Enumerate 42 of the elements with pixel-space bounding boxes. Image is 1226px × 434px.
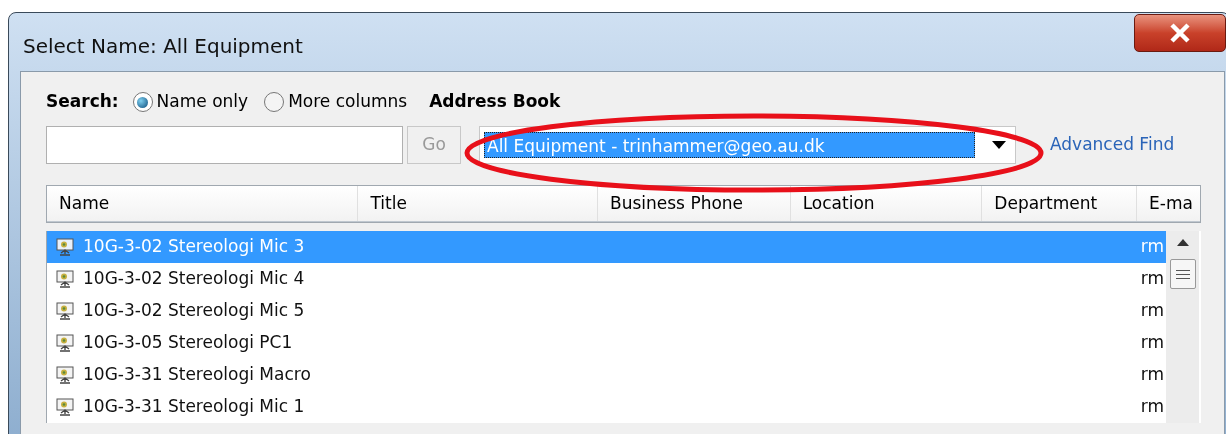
equipment-icon xyxy=(55,237,75,257)
equipment-icon xyxy=(55,269,75,289)
window-title: Select Name: All Equipment xyxy=(23,33,303,60)
scroll-thumb[interactable] xyxy=(1169,259,1196,289)
name-cell-text: 10G-3-02 Stereologi Mic 3 xyxy=(83,235,305,259)
name-cell-text: 10G-3-31 Stereologi Macro xyxy=(83,363,311,387)
equipment-row[interactable]: 10G-3-02 Stereologi Mic 5 rm xyxy=(47,295,1166,327)
column-header[interactable]: Name xyxy=(47,186,359,221)
email-cell-text: rm xyxy=(1140,235,1165,259)
name-cell-text: 10G-3-02 Stereologi Mic 5 xyxy=(83,299,305,323)
advanced-find-link[interactable]: Advanced Find xyxy=(1050,132,1175,158)
email-cell-text: rm xyxy=(1140,267,1165,291)
column-header[interactable]: Location xyxy=(790,186,983,221)
equipment-icon xyxy=(55,397,75,417)
equipment-icon xyxy=(55,301,75,321)
scroll-up-icon[interactable] xyxy=(1176,239,1189,246)
column-header[interactable]: Title xyxy=(358,186,598,221)
email-cell-text: rm xyxy=(1140,395,1165,419)
column-header[interactable]: Business Phone xyxy=(598,186,791,221)
search-mode-radio[interactable]: More columns xyxy=(264,89,408,115)
column-header[interactable]: Department xyxy=(982,186,1138,221)
equipment-row[interactable]: 10G-3-02 Stereologi Mic 4 rm xyxy=(47,263,1166,295)
name-cell-text: 10G-3-31 Stereologi Mic 1 xyxy=(83,395,305,419)
email-cell-text: rm xyxy=(1140,299,1165,323)
search-field[interactable] xyxy=(46,126,403,164)
equipment-row[interactable]: 10G-3-31 Stereologi Macro rm xyxy=(47,359,1166,391)
name-cell-text: 10G-3-02 Stereologi Mic 4 xyxy=(83,267,305,291)
equipment-icon xyxy=(55,365,75,385)
close-icon xyxy=(1168,23,1192,43)
search-label: Search: xyxy=(46,90,119,114)
equipment-row[interactable]: 10G-3-31 Stereologi Mic 1 rm xyxy=(47,391,1166,423)
address-book-label: Address Book xyxy=(429,90,561,114)
email-cell-text: rm xyxy=(1140,363,1165,387)
column-header[interactable]: E-ma xyxy=(1137,186,1200,221)
equipment-icon xyxy=(55,333,75,353)
name-cell-text: 10G-3-05 Stereologi PC1 xyxy=(83,331,293,355)
equipment-row[interactable]: 10G-3-05 Stereologi PC1 rm xyxy=(47,327,1166,359)
dropdown-arrow-icon xyxy=(992,141,1006,149)
search-mode-radio[interactable]: Name only xyxy=(132,89,249,115)
scrollbar[interactable] xyxy=(1166,231,1199,423)
email-cell-text: rm xyxy=(1140,331,1165,355)
close-button[interactable] xyxy=(1134,14,1226,52)
